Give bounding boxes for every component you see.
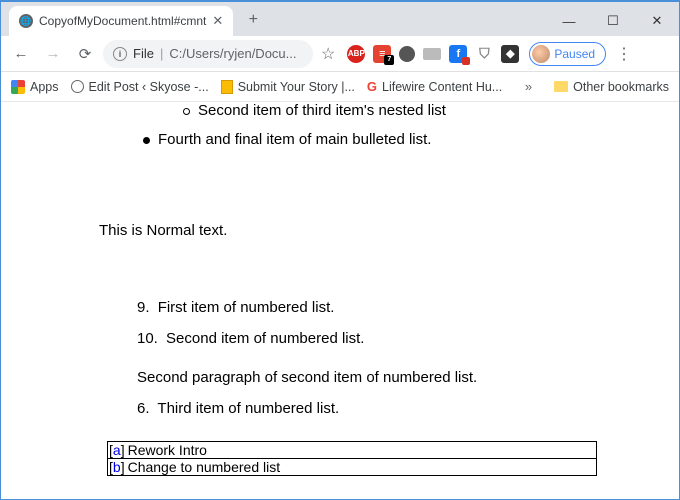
url-scheme: File [133, 46, 154, 61]
numbered-list: 9. First item of numbered list. 10. Seco… [137, 299, 659, 417]
tab-close-icon[interactable]: ✕ [212, 13, 223, 29]
other-bookmarks-label: Other bookmarks [573, 80, 669, 94]
browser-toolbar: ← → ⟳ i File | C:/Users/ryjen/Docu... ☆ … [1, 36, 679, 72]
second-paragraph: Second paragraph of second item of numbe… [137, 369, 659, 386]
tab-title: CopyofMyDocument.html#cmnt [39, 14, 206, 28]
list-item-text: Second item of third item's nested list [198, 102, 446, 119]
browser-tab[interactable]: 🌐 CopyofMyDocument.html#cmnt ✕ [9, 6, 233, 36]
extension-icon-circle[interactable] [399, 46, 415, 62]
comment-ref-letter: a [113, 442, 121, 458]
fb-badge [462, 57, 470, 65]
nested-list-item: Second item of third item's nested list [21, 102, 659, 119]
titlebar: 🌐 CopyofMyDocument.html#cmnt ✕ + — ☐ ✕ [1, 2, 679, 36]
url-path: C:/Users/ryjen/Docu... [169, 46, 296, 61]
globe-icon [71, 80, 84, 93]
item-number: 9. [137, 299, 150, 316]
doc-icon [221, 80, 233, 94]
abp-extension-icon[interactable]: ABP [347, 45, 365, 63]
profile-chip[interactable]: Paused [529, 42, 606, 66]
page-viewport[interactable]: Second item of third item's nested list … [1, 102, 679, 500]
open-bullet-icon [183, 108, 190, 115]
comment-row: [b] Change to numbered list [107, 458, 597, 476]
address-bar[interactable]: i File | C:/Users/ryjen/Docu... [103, 40, 313, 68]
extension-icon-grey[interactable] [423, 48, 441, 60]
comment-ref-letter: b [113, 459, 121, 475]
bookmarks-bar: Apps Edit Post ‹ Skyose -... Submit Your… [1, 72, 679, 102]
bookmark-label: Edit Post ‹ Skyose -... [89, 80, 209, 94]
apps-icon [11, 80, 25, 94]
comment-ref-link[interactable]: [a] [108, 442, 126, 458]
back-button[interactable]: ← [7, 40, 35, 68]
chrome-menu-icon[interactable]: ⋮ [616, 44, 632, 64]
todoist-extension-icon[interactable]: ≡ 7 [373, 45, 391, 63]
fb-extension-icon[interactable]: f [449, 45, 467, 63]
document-body: Second item of third item's nested list … [1, 102, 679, 485]
item-text: Third item of numbered list. [157, 400, 339, 417]
apps-label: Apps [30, 80, 59, 94]
overflow-chevron-icon[interactable]: » [525, 79, 532, 94]
bitwarden-extension-icon[interactable]: ◆ [501, 45, 519, 63]
minimize-button[interactable]: — [547, 6, 591, 36]
fb-letter: f [457, 48, 461, 60]
forward-button[interactable]: → [39, 40, 67, 68]
bookmark-item[interactable]: Edit Post ‹ Skyose -... [71, 80, 209, 94]
bookmark-star-icon[interactable]: ☆ [321, 44, 335, 64]
item-number: 6. [137, 400, 150, 417]
comment-text: Change to numbered list [126, 459, 283, 475]
reload-button[interactable]: ⟳ [71, 40, 99, 68]
new-tab-button[interactable]: + [239, 6, 267, 34]
comment-text: Rework Intro [126, 442, 209, 458]
numbered-item: 9. First item of numbered list. [137, 299, 659, 316]
url-separator: | [160, 46, 163, 61]
apps-shortcut[interactable]: Apps [11, 80, 59, 94]
bookmark-item[interactable]: Submit Your Story |... [221, 80, 355, 94]
bookmark-label: Lifewire Content Hu... [382, 80, 502, 94]
maximize-button[interactable]: ☐ [591, 6, 635, 36]
item-text: First item of numbered list. [158, 299, 335, 316]
window-close-button[interactable]: ✕ [635, 6, 679, 36]
google-g-icon: G [367, 79, 377, 94]
shield-extension-icon[interactable]: ⛉ [475, 45, 493, 63]
folder-icon [554, 81, 568, 92]
list-item-text: Fourth and final item of main bulleted l… [158, 131, 431, 148]
main-list-item: Fourth and final item of main bulleted l… [21, 131, 659, 148]
item-number: 10. [137, 330, 158, 347]
todoist-badge: 7 [384, 55, 394, 65]
extension-icons: ABP ≡ 7 f ⛉ ◆ [347, 45, 519, 63]
avatar [532, 45, 550, 63]
normal-text: This is Normal text. [99, 222, 659, 239]
solid-bullet-icon [143, 137, 150, 144]
bookmark-label: Submit Your Story |... [238, 80, 355, 94]
numbered-item: 10. Second item of numbered list. [137, 330, 659, 347]
other-bookmarks[interactable]: Other bookmarks [554, 80, 669, 94]
comment-row: [a] Rework Intro [107, 441, 597, 459]
tab-favicon: 🌐 [19, 14, 33, 28]
comment-ref-link[interactable]: [b] [108, 459, 126, 475]
numbered-item: 6. Third item of numbered list. [137, 400, 659, 417]
comments-table: [a] Rework Intro [b] Change to numbered … [107, 441, 659, 476]
window-controls: — ☐ ✕ [547, 6, 679, 36]
profile-status: Paused [554, 47, 595, 61]
bookmark-item[interactable]: G Lifewire Content Hu... [367, 79, 502, 94]
site-info-icon[interactable]: i [113, 47, 127, 61]
item-text: Second item of numbered list. [166, 330, 364, 347]
